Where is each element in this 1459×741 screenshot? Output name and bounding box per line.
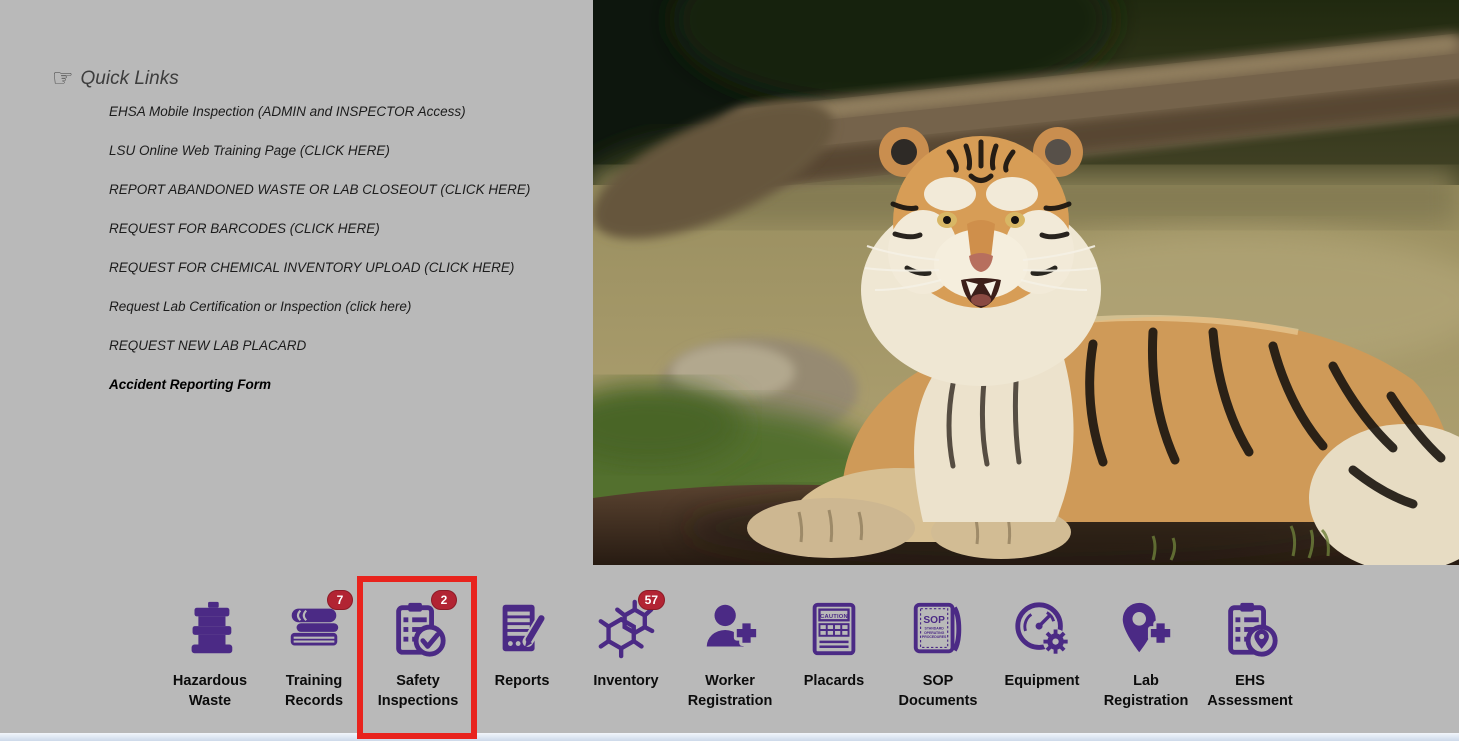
tiger-photo bbox=[593, 0, 1459, 565]
link-accident-reporting-form[interactable]: Accident Reporting Form bbox=[109, 377, 271, 392]
placards-icon: CAUTION bbox=[803, 598, 865, 664]
link-report-abandoned-waste[interactable]: REPORT ABANDONED WASTE OR LAB CLOSEOUT (… bbox=[109, 182, 530, 197]
pointing-hand-icon: ☞ bbox=[52, 69, 74, 89]
worker-registration-icon bbox=[699, 598, 761, 664]
app-button-training-records[interactable]: 7 Training Records bbox=[262, 598, 366, 711]
app-button-inventory[interactable]: 57 Invento bbox=[574, 598, 678, 711]
app-label: Lab Registration bbox=[1094, 671, 1198, 711]
app-button-sop-documents[interactable]: SOP STANDARD OPERATING PROCEDURES SOP Do… bbox=[886, 598, 990, 711]
app-button-safety-inspections[interactable]: 2 Safety Inspections bbox=[366, 598, 470, 711]
app-button-placards[interactable]: CAUTION Placards bbox=[782, 598, 886, 711]
app-button-equipment[interactable]: Equipment bbox=[990, 598, 1094, 711]
app-label: Safety Inspections bbox=[366, 671, 470, 711]
app-label: SOP Documents bbox=[886, 671, 990, 711]
app-button-reports[interactable]: Reports bbox=[470, 598, 574, 711]
svg-text:CAUTION: CAUTION bbox=[820, 614, 848, 620]
app-label: Hazardous Waste bbox=[158, 671, 262, 711]
app-button-ehs-assessment[interactable]: EHS Assessment bbox=[1198, 598, 1302, 711]
svg-text:SOP: SOP bbox=[923, 615, 945, 626]
lab-registration-icon bbox=[1115, 598, 1177, 664]
app-label: Worker Registration bbox=[678, 671, 782, 711]
link-request-chemical-inventory-upload[interactable]: REQUEST FOR CHEMICAL INVENTORY UPLOAD (C… bbox=[109, 260, 514, 275]
reports-icon bbox=[491, 598, 553, 664]
link-lsu-online-web-training[interactable]: LSU Online Web Training Page (CLICK HERE… bbox=[109, 143, 390, 158]
notification-badge: 57 bbox=[638, 590, 665, 610]
link-request-barcodes[interactable]: REQUEST FOR BARCODES (CLICK HERE) bbox=[109, 221, 380, 236]
link-request-lab-certification[interactable]: Request Lab Certification or Inspection … bbox=[109, 299, 411, 314]
app-button-lab-registration[interactable]: Lab Registration bbox=[1094, 598, 1198, 711]
svg-text:PROCEDURES: PROCEDURES bbox=[922, 635, 947, 639]
notification-badge: 2 bbox=[431, 590, 457, 610]
app-label: EHS Assessment bbox=[1198, 671, 1302, 711]
link-ehsa-mobile-inspection[interactable]: EHSA Mobile Inspection (ADMIN and INSPEC… bbox=[109, 104, 466, 119]
ehs-assessment-icon bbox=[1219, 598, 1281, 664]
quick-links-panel: ☞ Quick Links EHSA Mobile Inspection (AD… bbox=[52, 68, 592, 416]
app-label: Inventory bbox=[593, 671, 658, 691]
hazardous-waste-icon bbox=[179, 598, 241, 664]
quick-links-list: EHSA Mobile Inspection (ADMIN and INSPEC… bbox=[109, 104, 592, 393]
app-label: Equipment bbox=[1005, 671, 1080, 691]
quick-links-header: ☞ Quick Links bbox=[52, 68, 592, 90]
app-label: Placards bbox=[804, 671, 864, 691]
ehsa-dashboard: ☞ Quick Links EHSA Mobile Inspection (AD… bbox=[0, 0, 1459, 741]
notification-badge: 7 bbox=[327, 590, 353, 610]
app-button-worker-registration[interactable]: Worker Registration bbox=[678, 598, 782, 711]
window-bottom-strip bbox=[0, 733, 1459, 741]
quick-links-title: Quick Links bbox=[81, 68, 179, 90]
app-icon-bar: Hazardous Waste 7 bbox=[158, 598, 1302, 711]
sop-documents-icon: SOP STANDARD OPERATING PROCEDURES bbox=[907, 598, 969, 664]
link-request-new-lab-placard[interactable]: REQUEST NEW LAB PLACARD bbox=[109, 338, 306, 353]
equipment-icon bbox=[1011, 598, 1073, 664]
app-label: Reports bbox=[495, 671, 550, 691]
app-label: Training Records bbox=[262, 671, 366, 711]
app-button-hazardous-waste[interactable]: Hazardous Waste bbox=[158, 598, 262, 711]
